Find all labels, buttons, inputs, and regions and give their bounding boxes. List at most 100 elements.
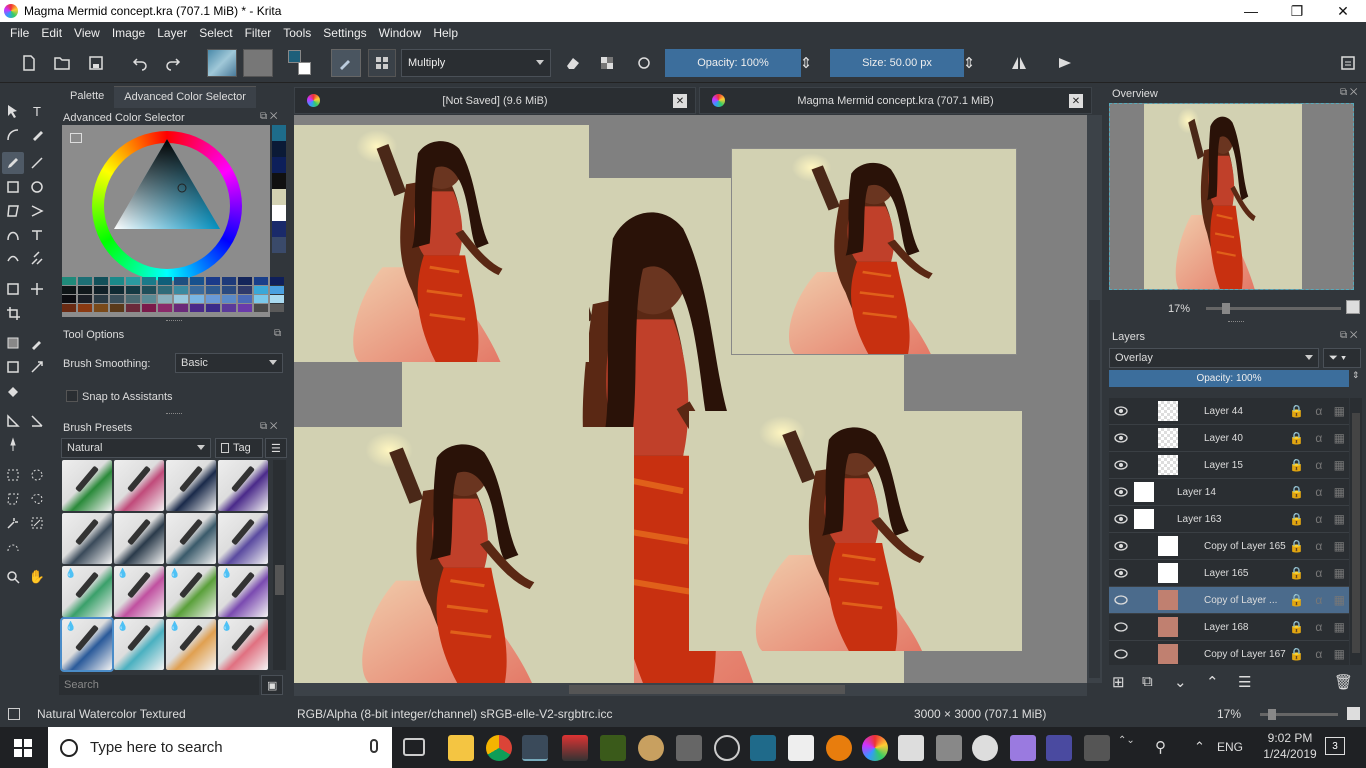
similar-color-select-icon[interactable] — [26, 512, 48, 534]
palette-swatches[interactable] — [62, 277, 285, 312]
document-tab-magma-mermid[interactable]: Magma Mermid concept.kra (707.1 MiB) ✕ — [699, 87, 1092, 114]
game-app-icon[interactable] — [936, 735, 962, 761]
menu-tools[interactable]: Tools — [277, 26, 317, 40]
multibrush-icon[interactable] — [26, 248, 48, 270]
palette-swatch[interactable] — [206, 295, 220, 303]
recent-color-swatch[interactable] — [272, 205, 286, 221]
palette-swatch[interactable] — [94, 304, 108, 312]
inherit-alpha-icon[interactable]: ▦ — [1334, 539, 1345, 553]
menu-view[interactable]: View — [68, 26, 106, 40]
dock-splitter[interactable] — [166, 320, 182, 322]
layer-row[interactable]: Layer 40 🔒 α ▦ — [1109, 425, 1349, 452]
input-language[interactable]: ENG — [1217, 740, 1243, 754]
elliptical-select-icon[interactable] — [26, 464, 48, 486]
inherit-alpha-icon[interactable]: ▦ — [1334, 566, 1345, 580]
undo-icon[interactable] — [127, 50, 153, 76]
music-app-icon[interactable] — [788, 735, 814, 761]
pan-tool-icon[interactable]: ✋ — [26, 566, 48, 588]
fill-bucket-icon[interactable] — [2, 380, 24, 402]
ellipse-tool-icon[interactable] — [26, 176, 48, 198]
layer-flags[interactable]: 🔒 α ▦ — [1289, 593, 1345, 607]
palette-swatch[interactable] — [62, 277, 76, 285]
crop-icon[interactable] — [2, 278, 24, 300]
delete-layer-icon[interactable]: 🗑 — [1334, 673, 1353, 693]
palette-swatch[interactable] — [270, 295, 284, 303]
chrome-icon[interactable] — [486, 735, 512, 761]
saturation-triangle[interactable] — [112, 139, 222, 231]
inherit-alpha-icon[interactable]: ▦ — [1334, 485, 1345, 499]
rectangular-select-icon[interactable] — [2, 464, 24, 486]
palette-swatch[interactable] — [254, 304, 268, 312]
lock-icon[interactable]: 🔒 — [1289, 512, 1304, 526]
color-selector-panel[interactable] — [62, 125, 284, 317]
menu-image[interactable]: Image — [106, 26, 151, 40]
tray-chevron-icon[interactable]: ⌃ — [1194, 739, 1205, 755]
add-layer-icon[interactable]: ⊞ — [1112, 673, 1142, 693]
palette-swatch[interactable] — [78, 277, 92, 285]
visibility-eye-icon[interactable] — [1114, 459, 1128, 471]
visibility-eye-icon[interactable] — [1114, 621, 1128, 633]
palette-swatch[interactable] — [142, 295, 156, 303]
blender-icon[interactable] — [826, 735, 852, 761]
palette-swatch[interactable] — [190, 304, 204, 312]
palette-swatch[interactable] — [62, 304, 76, 312]
freehand-path-icon[interactable] — [26, 224, 48, 246]
polygon-tool-icon[interactable] — [2, 200, 24, 222]
menu-settings[interactable]: Settings — [317, 26, 372, 40]
purple-app-icon[interactable] — [1010, 735, 1036, 761]
opacity-stepper[interactable]: ⇕ — [800, 50, 813, 76]
layer-filter-icon[interactable]: ⏷ ▾ — [1323, 348, 1361, 368]
overview-float-close-icon[interactable]: ⧉ ✕ — [1340, 87, 1358, 98]
palette-swatch[interactable] — [158, 295, 172, 303]
palette-swatch[interactable] — [62, 295, 76, 303]
layer-flags[interactable]: 🔒 α ▦ — [1289, 566, 1345, 580]
move-layer-down-icon[interactable]: ⌄ — [1174, 673, 1206, 693]
palette-swatch[interactable] — [238, 286, 252, 294]
layer-row[interactable]: Copy of Layer ... 🔒 α ▦ — [1109, 587, 1349, 614]
brush-preset-item[interactable]: 💧 — [62, 566, 112, 617]
layers-float-close-icon[interactable]: ⧉ ✕ — [1340, 330, 1358, 341]
palette-swatch[interactable] — [190, 295, 204, 303]
color-swap-widget[interactable] — [286, 48, 316, 78]
size-slider[interactable]: Size: 50.00 px — [830, 49, 964, 77]
brush-preset-item[interactable] — [166, 513, 216, 564]
brush-preset-item[interactable]: 💧 — [218, 566, 268, 617]
brush-preset-item[interactable]: 💧 — [166, 566, 216, 617]
layer-flags[interactable]: 🔒 α ▦ — [1289, 485, 1345, 499]
clock[interactable]: 9:02 PM 1/24/2019 — [1260, 731, 1320, 761]
dock-float-close-icon[interactable]: ⧉ ✕ — [260, 111, 278, 122]
palette-swatch[interactable] — [110, 277, 124, 285]
status-fit-icon[interactable] — [1347, 707, 1360, 720]
brush-preset-item[interactable] — [166, 460, 216, 511]
text-tool-icon[interactable]: T — [26, 100, 48, 122]
layer-opacity-slider[interactable]: Opacity: 100% — [1109, 370, 1349, 387]
brush-preset-item[interactable] — [62, 460, 112, 511]
mirror-horizontal-icon[interactable] — [1006, 50, 1032, 76]
dock-splitter[interactable] — [1228, 321, 1244, 323]
palette-swatch[interactable] — [174, 286, 188, 294]
menu-file[interactable]: File — [4, 26, 35, 40]
perspective-tool-icon[interactable] — [26, 410, 48, 432]
brush-preset-item[interactable]: 💧 — [60, 617, 114, 672]
brush-preset-item[interactable] — [218, 460, 268, 511]
recent-color-swatch[interactable] — [272, 237, 286, 253]
menu-layer[interactable]: Layer — [151, 26, 193, 40]
maximize-button[interactable]: ❐ — [1274, 0, 1320, 22]
sketchbook-icon[interactable] — [600, 735, 626, 761]
brush-settings-icon[interactable] — [368, 49, 396, 77]
palette-swatch[interactable] — [206, 277, 220, 285]
visibility-eye-icon[interactable] — [1114, 648, 1128, 660]
brush-preset-item[interactable]: 💧 — [218, 619, 268, 670]
palette-swatch[interactable] — [126, 304, 140, 312]
app-icon[interactable] — [750, 735, 776, 761]
palette-swatch[interactable] — [222, 277, 236, 285]
recent-color-swatch[interactable] — [272, 125, 286, 141]
palette-swatch[interactable] — [110, 295, 124, 303]
microphone-icon[interactable] — [370, 739, 378, 753]
close-tab-icon[interactable]: ✕ — [1069, 94, 1083, 108]
lock-icon[interactable]: 🔒 — [1289, 539, 1304, 553]
freehand-brush-icon[interactable] — [2, 152, 24, 174]
palette-swatch[interactable] — [62, 286, 76, 294]
palette-swatch[interactable] — [94, 277, 108, 285]
layer-row[interactable]: Copy of Layer 167 🔒 α ▦ — [1109, 641, 1349, 665]
